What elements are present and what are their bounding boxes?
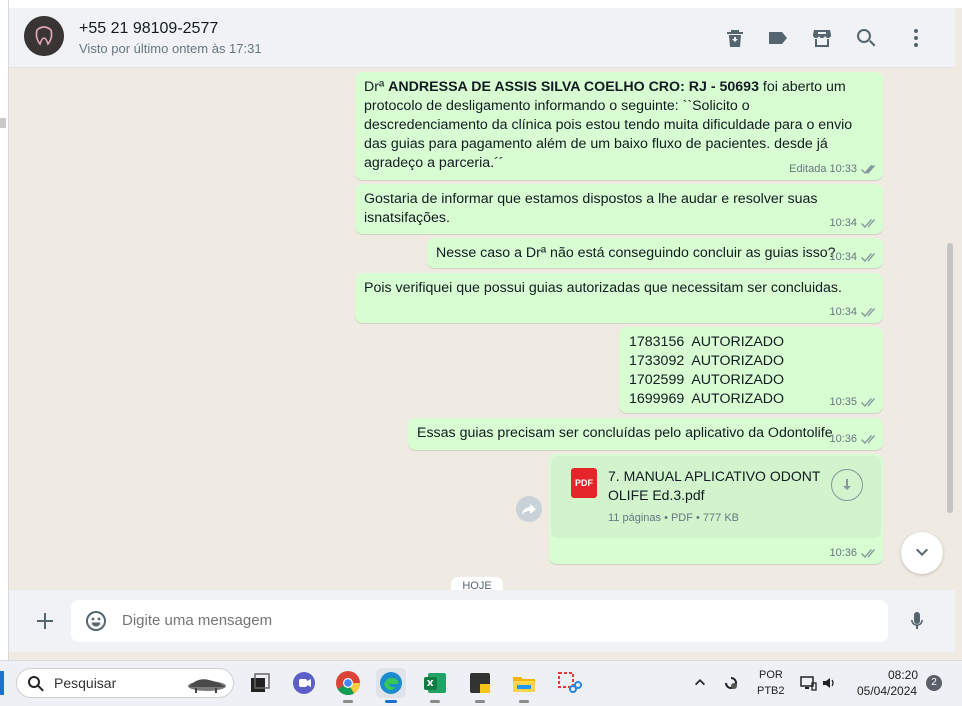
chat-header[interactable]: +55 21 98109-2577 Visto por último ontem… xyxy=(9,8,955,68)
teams-chat-icon[interactable] xyxy=(291,670,317,696)
running-indicator xyxy=(343,700,353,703)
message-line: 1702599 AUTORIZADO xyxy=(629,372,785,388)
message-text: Essas guias precisam ser concluídas pelo… xyxy=(417,425,833,441)
message-time: 10:33 xyxy=(829,163,857,175)
keyboard-layout-indicator[interactable]: PTB2 xyxy=(757,685,785,697)
chevron-up-icon[interactable] xyxy=(693,675,707,689)
scrollbar[interactable] xyxy=(947,243,953,513)
message-bubble[interactable]: Gostaria de informar que estamos dispost… xyxy=(355,184,883,234)
window-edge xyxy=(0,0,8,660)
document-title[interactable]: 7. MANUAL APLICATIVO ODONT OLIFE Ed.3.pd… xyxy=(608,467,823,505)
scroll-to-bottom-button[interactable] xyxy=(901,532,943,574)
message-bubble[interactable]: Nesse caso a Drª não está conseguindo co… xyxy=(427,238,883,268)
catalog-icon[interactable] xyxy=(810,26,834,50)
message-composer xyxy=(9,590,955,652)
plus-icon[interactable] xyxy=(33,609,57,633)
message-time: 10:34 xyxy=(829,251,857,263)
chrome-icon[interactable] xyxy=(335,670,361,703)
message-time: 10:36 xyxy=(829,433,857,445)
double-check-icon xyxy=(860,218,876,229)
notification-badge[interactable]: 2 xyxy=(926,675,942,691)
message-bubble[interactable]: Pois verifiquei que possui guias autoriz… xyxy=(355,273,883,323)
microphone-icon[interactable] xyxy=(905,609,929,633)
start-edge xyxy=(0,671,4,695)
sync-icon[interactable] xyxy=(722,674,740,692)
volume-icon[interactable] xyxy=(821,674,839,692)
double-check-icon xyxy=(860,434,876,445)
message-bubble[interactable]: 1783156 AUTORIZADO 1733092 AUTORIZADO 17… xyxy=(619,327,883,413)
message-meta: 10:35 xyxy=(829,395,876,409)
message-meta: 10:36 xyxy=(829,546,876,560)
document-info: 11 páginas • PDF • 777 KB xyxy=(608,512,740,524)
network-icon[interactable] xyxy=(799,674,817,692)
file-explorer-icon[interactable] xyxy=(511,670,537,703)
forward-icon[interactable] xyxy=(516,496,542,522)
taskbar-search[interactable]: Pesquisar xyxy=(16,668,234,698)
message-line: 1733092 AUTORIZADO xyxy=(629,353,785,369)
message-text: Pois verifiquei que possui guias autoriz… xyxy=(364,280,842,296)
search-icon xyxy=(27,675,45,693)
double-check-icon xyxy=(860,307,876,318)
menu-icon[interactable] xyxy=(904,26,928,50)
chat-area[interactable]: Drª ANDRESSA DE ASSIS SILVA COELHO CRO: … xyxy=(9,68,955,590)
running-indicator xyxy=(430,700,440,703)
edge-icon[interactable] xyxy=(376,668,406,703)
document-message[interactable]: PDF 7. MANUAL APLICATIVO ODONT OLIFE Ed.… xyxy=(549,454,883,564)
double-check-icon xyxy=(860,164,876,175)
last-seen-status: Visto por último ontem às 17:31 xyxy=(79,41,262,56)
message-bold-text: ANDRESSA DE ASSIS SILVA COELHO CRO: RJ -… xyxy=(388,79,759,95)
message-bubble[interactable]: Essas guias precisam ser concluídas pelo… xyxy=(408,418,883,450)
message-input-box[interactable] xyxy=(71,600,888,642)
message-text: Gostaria de informar que estamos dispost… xyxy=(364,191,822,226)
message-time: 10:35 xyxy=(829,396,857,408)
notes-app-icon[interactable] xyxy=(467,670,493,703)
avatar[interactable] xyxy=(24,16,64,56)
clock-date[interactable]: 05/04/2024 xyxy=(857,684,917,698)
windows-taskbar: Pesquisar POR PTB2 08:20 05/04/2024 2 xyxy=(0,660,962,706)
double-check-icon xyxy=(860,548,876,559)
message-line: 1783156 AUTORIZADO xyxy=(629,334,785,350)
snipping-tool-icon[interactable] xyxy=(556,670,582,696)
message-text: Drª ANDRESSA DE ASSIS SILVA COELHO CRO: … xyxy=(364,79,857,171)
message-time: 10:34 xyxy=(829,306,857,318)
date-chip: HOJE xyxy=(451,577,503,590)
message-time: 10:34 xyxy=(829,217,857,229)
message-bubble[interactable]: Drª ANDRESSA DE ASSIS SILVA COELHO CRO: … xyxy=(355,72,883,180)
message-meta: 10:34 xyxy=(829,216,876,230)
contact-name[interactable]: +55 21 98109-2577 xyxy=(79,20,218,38)
message-meta: 10:34 xyxy=(829,250,876,264)
search-highlight-image xyxy=(185,675,229,693)
clock-time[interactable]: 08:20 xyxy=(888,668,918,682)
message-meta: Editada 10:33 xyxy=(789,162,876,176)
document-card[interactable]: PDF 7. MANUAL APLICATIVO ODONT OLIFE Ed.… xyxy=(551,456,881,538)
running-indicator xyxy=(475,700,485,703)
message-meta: 10:34 xyxy=(829,305,876,319)
search-icon[interactable] xyxy=(854,26,878,50)
delete-icon[interactable] xyxy=(723,26,747,50)
download-icon[interactable] xyxy=(831,469,863,501)
emoji-icon[interactable] xyxy=(84,609,108,633)
label-icon[interactable] xyxy=(766,26,790,50)
whatsapp-window: +55 21 98109-2577 Visto por último ontem… xyxy=(8,0,962,660)
message-input[interactable] xyxy=(122,600,862,642)
message-time: 10:36 xyxy=(829,547,857,559)
message-text: Nesse caso a Drª não está conseguindo co… xyxy=(436,245,836,261)
task-view-icon[interactable] xyxy=(247,670,273,696)
running-indicator xyxy=(519,700,529,703)
excel-icon[interactable] xyxy=(422,670,448,703)
taskbar-search-label: Pesquisar xyxy=(54,675,117,691)
edited-label: Editada xyxy=(789,163,827,175)
double-check-icon xyxy=(860,397,876,408)
active-indicator xyxy=(385,700,397,703)
top-edge xyxy=(9,0,962,8)
pdf-file-icon: PDF xyxy=(571,468,597,498)
double-check-icon xyxy=(860,252,876,263)
language-indicator[interactable]: POR xyxy=(759,669,783,681)
message-meta: 10:36 xyxy=(829,432,876,446)
